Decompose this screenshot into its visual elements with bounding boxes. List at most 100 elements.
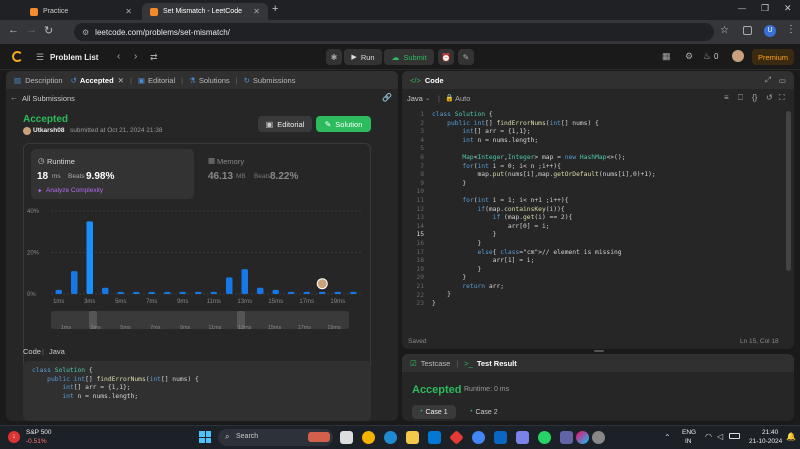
- settings-gear-icon[interactable]: ⚙: [685, 51, 693, 62]
- panel-options-icon[interactable]: ▭: [779, 76, 786, 85]
- code-line[interactable]: if (map.get(i) == 2){: [432, 214, 656, 223]
- chart-bar[interactable]: [163, 291, 171, 294]
- app-red-icon[interactable]: [449, 430, 464, 445]
- extensions-icon[interactable]: [743, 26, 752, 35]
- code-line[interactable]: else{ class="cm">// element is missing: [432, 249, 656, 258]
- windows-start-icon[interactable]: [199, 431, 211, 443]
- chart-bar[interactable]: [334, 291, 342, 294]
- submit-button[interactable]: ☁ Submit: [384, 49, 434, 65]
- notes-button[interactable]: ✎: [458, 49, 474, 65]
- code-editor[interactable]: class Solution { public int[] findErrorN…: [432, 111, 656, 309]
- problem-list-link[interactable]: Problem List: [50, 53, 98, 62]
- all-submissions-link[interactable]: All Submissions: [22, 94, 75, 103]
- braces-icon[interactable]: {}: [752, 93, 757, 102]
- code-line[interactable]: }: [432, 266, 656, 275]
- editor-scrollbar[interactable]: [786, 111, 791, 271]
- code-line[interactable]: }: [432, 180, 656, 189]
- battery-icon[interactable]: [729, 433, 740, 439]
- reload-icon[interactable]: ↻: [44, 24, 53, 37]
- chart-bar[interactable]: [101, 287, 109, 294]
- copilot-icon[interactable]: [576, 431, 589, 444]
- code-line[interactable]: if(map.containsKey(i)){: [432, 206, 656, 215]
- shuffle-icon[interactable]: ⇄: [150, 52, 158, 63]
- chart-bar[interactable]: [132, 291, 140, 294]
- code-line[interactable]: }: [432, 231, 656, 240]
- chart-bar[interactable]: [225, 277, 233, 294]
- close-icon[interactable]: ✕: [125, 7, 132, 16]
- chart-bar[interactable]: [210, 291, 218, 294]
- solution-button[interactable]: ✎ Solution: [316, 116, 371, 132]
- address-bar[interactable]: ⚙ leetcode.com/problems/set-mismatch/: [74, 23, 714, 41]
- tab-solutions[interactable]: Solutions: [199, 76, 230, 85]
- code-line[interactable]: [432, 188, 656, 197]
- bookmark-icon[interactable]: ⎕: [738, 93, 743, 103]
- code-line[interactable]: }: [432, 300, 656, 309]
- chrome-icon[interactable]: [362, 431, 375, 444]
- chart-bar[interactable]: [179, 291, 187, 294]
- store-icon[interactable]: [428, 431, 441, 444]
- language-select[interactable]: Java: [407, 94, 423, 103]
- stock-down-icon[interactable]: ↓: [8, 431, 20, 443]
- volume-icon[interactable]: ◁: [717, 432, 723, 441]
- forward-icon[interactable]: →: [26, 24, 37, 36]
- chart-bar[interactable]: [117, 291, 125, 294]
- code-line[interactable]: }: [432, 291, 656, 300]
- layout-icon[interactable]: ▦: [662, 51, 671, 62]
- next-problem-icon[interactable]: ›: [134, 51, 137, 62]
- code-line[interactable]: }: [432, 240, 656, 249]
- chart-bar[interactable]: [86, 221, 94, 294]
- help-icon[interactable]: [472, 431, 485, 444]
- user-avatar[interactable]: [732, 50, 744, 62]
- user-marker-avatar[interactable]: [316, 278, 328, 290]
- case-2-tab[interactable]: • Case 2: [462, 405, 506, 419]
- submission-user[interactable]: Utkarsh08: [33, 127, 64, 134]
- settings-icon[interactable]: [592, 431, 605, 444]
- whatsapp-icon[interactable]: [538, 431, 551, 444]
- chevron-up-icon[interactable]: ⌃: [664, 433, 671, 442]
- analyze-complexity-link[interactable]: Analyze Complexity: [46, 187, 103, 194]
- editorial-button[interactable]: ▣ Editorial: [258, 116, 312, 132]
- chart-bar[interactable]: [194, 291, 202, 294]
- chart-bar[interactable]: [318, 291, 326, 294]
- code-line[interactable]: int n = nums.length;: [432, 137, 656, 146]
- timer-button[interactable]: ⏰: [438, 49, 454, 65]
- fullscreen-icon[interactable]: ⛶: [779, 93, 785, 103]
- chart-bar[interactable]: [148, 291, 156, 294]
- code-line[interactable]: for(int i = 1; i< n+1 ;i++){: [432, 197, 656, 206]
- tab-description[interactable]: Description: [25, 76, 63, 85]
- stock-name[interactable]: S&P 500: [26, 429, 52, 436]
- file-explorer-icon[interactable]: [406, 431, 419, 444]
- run-button[interactable]: ▶ Run: [344, 49, 382, 65]
- code-line[interactable]: public int[] findErrorNums(int[] nums) {: [432, 120, 656, 129]
- notification-bell-icon[interactable]: 🔔: [786, 432, 796, 441]
- language-code[interactable]: ENG: [682, 429, 696, 436]
- chart-bar[interactable]: [287, 291, 295, 294]
- code-line[interactable]: [432, 145, 656, 154]
- clock-time[interactable]: 21:40: [762, 429, 778, 436]
- close-tab-icon[interactable]: ✕: [118, 76, 124, 85]
- maximize-icon[interactable]: ❐: [761, 3, 769, 14]
- bookmark-star-icon[interactable]: ☆: [720, 25, 729, 36]
- edge-icon[interactable]: [384, 431, 397, 444]
- memory-label[interactable]: Memory: [217, 157, 244, 166]
- code-line[interactable]: return arr;: [432, 283, 656, 292]
- onenote-icon[interactable]: [560, 431, 573, 444]
- debug-button[interactable]: ✱: [326, 49, 342, 65]
- code-line[interactable]: map.put(nums[i],map.getOrDefault(nums[i]…: [432, 171, 655, 180]
- tab-test-result[interactable]: Test Result: [477, 359, 517, 368]
- code-line[interactable]: class Solution {: [432, 111, 656, 120]
- new-tab-icon[interactable]: +: [272, 3, 278, 15]
- chart-bar[interactable]: [303, 291, 311, 294]
- browser-tab-practice[interactable]: Practice ✕: [22, 3, 140, 20]
- chart-bar[interactable]: [349, 291, 357, 294]
- auto-mode-label[interactable]: Auto: [455, 94, 470, 103]
- chart-bar[interactable]: [272, 289, 280, 294]
- code-line[interactable]: Map<Integer,Integer> map = new HashMap<>…: [432, 154, 656, 163]
- minimize-icon[interactable]: —: [738, 4, 746, 13]
- window-close-icon[interactable]: ✕: [784, 3, 792, 14]
- menu-kebab-icon[interactable]: ⋮: [786, 24, 796, 35]
- site-info-icon[interactable]: ⚙: [82, 28, 89, 37]
- tab-submissions[interactable]: Submissions: [253, 76, 296, 85]
- leetcode-logo-icon[interactable]: [12, 51, 23, 62]
- code-line[interactable]: int[] arr = {1,1};: [432, 128, 656, 137]
